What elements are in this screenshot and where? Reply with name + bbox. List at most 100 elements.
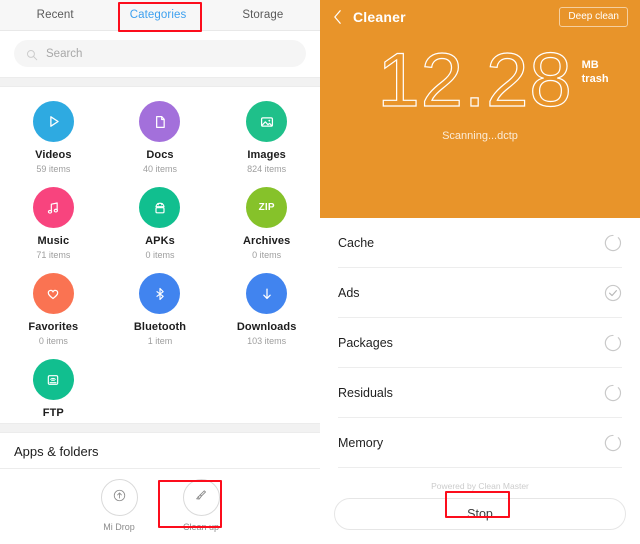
category-label: Downloads xyxy=(236,321,297,333)
section-divider xyxy=(0,77,320,87)
trash-amount-value: 12.28 xyxy=(377,38,573,123)
page-title: Cleaner xyxy=(353,9,406,25)
category-item-apks[interactable]: APKs 0 items xyxy=(107,187,214,260)
tab-recent[interactable]: Recent xyxy=(31,5,80,25)
apks-icon-circle xyxy=(139,187,181,228)
cleaner-panel: Cleaner Deep clean 12.28 MB trash Scanni… xyxy=(320,0,640,544)
category-label: Music xyxy=(37,235,70,247)
tab-storage[interactable]: Storage xyxy=(236,5,289,25)
category-label: Docs xyxy=(146,149,174,161)
category-item-ftp[interactable]: FTP xyxy=(0,359,107,422)
scan-items-list: Cache Ads Packages Residuals Memory xyxy=(320,218,640,468)
cleaner-header: Cleaner Deep clean 12.28 MB trash Scanni… xyxy=(320,0,640,218)
category-count: 103 items xyxy=(247,336,287,346)
category-label: APKs xyxy=(145,235,175,247)
music-icon-circle xyxy=(32,187,74,228)
category-item-music[interactable]: Music 71 items xyxy=(0,187,107,260)
mi-drop-icon-circle xyxy=(100,479,138,516)
category-count: 1 item xyxy=(147,336,173,346)
upload-circle-icon xyxy=(111,487,128,509)
category-count: 824 items xyxy=(247,164,287,174)
scan-row-cache[interactable]: Cache xyxy=(338,218,622,268)
image-icon xyxy=(257,112,277,132)
broom-icon xyxy=(192,486,210,509)
tab-bar: Recent Categories Storage xyxy=(0,0,320,31)
music-note-icon xyxy=(43,198,63,218)
apps-section-title: Apps & folders xyxy=(0,433,320,469)
category-count: 0 items xyxy=(252,250,282,260)
category-label: Archives xyxy=(243,235,291,247)
trash-unit: MB trash xyxy=(582,58,609,86)
spinner-icon xyxy=(604,234,622,252)
clean-up-icon-circle xyxy=(182,479,220,516)
category-label: FTP xyxy=(42,407,64,419)
chevron-left-icon[interactable] xyxy=(332,9,343,25)
spinner-icon xyxy=(604,384,622,402)
category-item-images[interactable]: Images 824 items xyxy=(213,101,320,174)
cleaner-footer: Powered by Clean Master Stop xyxy=(320,473,640,544)
apps-section-divider xyxy=(0,423,320,433)
search-input[interactable]: Search xyxy=(14,40,306,67)
app-item-mi-drop[interactable]: Mi Drop xyxy=(89,479,149,532)
trash-amount-row: 12.28 MB trash xyxy=(320,38,640,123)
category-item-favorites[interactable]: Favorites 0 items xyxy=(0,273,107,346)
cleaner-topbar: Cleaner Deep clean xyxy=(320,0,640,34)
tab-categories[interactable]: Categories xyxy=(124,5,193,25)
spinner-icon xyxy=(604,434,622,452)
category-item-docs[interactable]: Docs 40 items xyxy=(107,101,214,174)
apps-row: Mi Drop Clean up xyxy=(0,469,320,544)
category-grid: Videos 59 items Docs 40 items Images 824… xyxy=(0,87,320,426)
screenshot-root: Recent Categories Storage Search Videos … xyxy=(0,0,640,544)
scan-row-packages[interactable]: Packages xyxy=(338,318,622,368)
archives-icon-circle: ZIP xyxy=(246,187,288,228)
trash-unit-line1: MB xyxy=(581,59,599,71)
check-circle-icon xyxy=(604,284,622,302)
trash-unit-line2: trash xyxy=(581,73,609,86)
downloads-icon-circle xyxy=(246,273,288,314)
scan-row-label: Packages xyxy=(338,335,393,350)
search-icon xyxy=(26,48,38,60)
docs-icon-circle xyxy=(139,101,181,142)
category-count: 0 items xyxy=(145,250,175,260)
category-item-archives[interactable]: ZIP Archives 0 items xyxy=(213,187,320,260)
deep-clean-button[interactable]: Deep clean xyxy=(559,7,628,27)
category-item-videos[interactable]: Videos 59 items xyxy=(0,101,107,174)
scan-row-label: Ads xyxy=(338,285,360,300)
play-icon xyxy=(43,111,64,132)
category-item-bluetooth[interactable]: Bluetooth 1 item xyxy=(107,273,214,346)
scan-row-label: Residuals xyxy=(338,385,393,400)
scan-row-ads[interactable]: Ads xyxy=(338,268,622,318)
ftp-monitor-wifi-icon xyxy=(43,370,63,390)
category-label: Videos xyxy=(35,149,72,161)
scan-row-label: Memory xyxy=(338,435,384,450)
download-arrow-icon xyxy=(257,284,277,304)
favorites-icon-circle xyxy=(32,273,74,314)
category-label: Favorites xyxy=(28,321,79,333)
spinner-icon xyxy=(604,334,622,352)
category-count: 71 items xyxy=(36,250,71,260)
app-label: Mi Drop xyxy=(103,522,135,532)
heart-icon xyxy=(43,284,63,304)
scan-row-label: Cache xyxy=(338,235,375,250)
document-icon xyxy=(150,112,170,132)
scan-row-memory[interactable]: Memory xyxy=(338,418,622,468)
file-manager-panel: Recent Categories Storage Search Videos … xyxy=(0,0,320,544)
bluetooth-icon-circle xyxy=(139,273,181,314)
powered-by-text: Powered by Clean Master xyxy=(431,481,529,491)
app-item-clean-up[interactable]: Clean up xyxy=(171,479,231,532)
app-label: Clean up xyxy=(182,522,220,532)
category-count: 40 items xyxy=(142,164,177,174)
bluetooth-icon xyxy=(150,284,170,304)
category-label: Images xyxy=(247,149,286,161)
category-label: Bluetooth xyxy=(133,321,187,333)
category-count: 59 items xyxy=(36,164,71,174)
stop-button[interactable]: Stop xyxy=(334,498,626,530)
zip-icon: ZIP xyxy=(258,202,275,213)
category-item-downloads[interactable]: Downloads 103 items xyxy=(213,273,320,346)
search-bar-container: Search xyxy=(0,31,320,77)
search-placeholder-text: Search xyxy=(46,47,83,60)
ftp-icon-circle xyxy=(32,359,74,400)
apps-and-folders-section: Apps & folders Mi Drop Clean up xyxy=(0,423,320,544)
scan-row-residuals[interactable]: Residuals xyxy=(338,368,622,418)
category-count: 0 items xyxy=(38,336,68,346)
